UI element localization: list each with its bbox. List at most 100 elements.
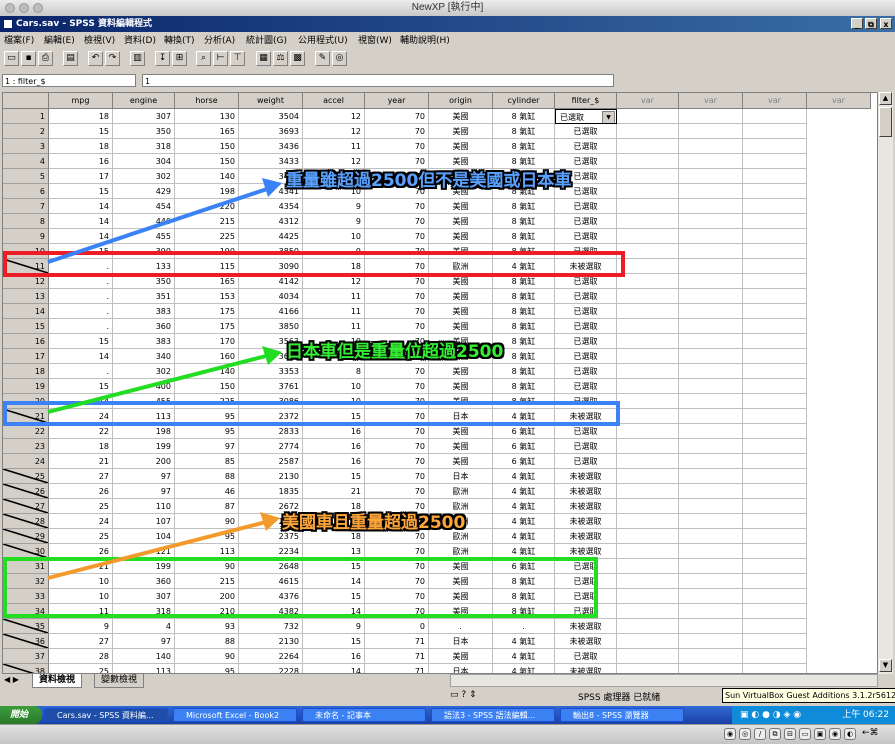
column-header-mpg[interactable]: mpg bbox=[49, 93, 113, 109]
table-cell[interactable]: 15 bbox=[49, 379, 113, 394]
table-cell[interactable]: 日本 bbox=[429, 469, 493, 484]
table-cell[interactable]: 已選取 bbox=[555, 364, 617, 379]
menu-transform[interactable]: 轉換(T) bbox=[164, 33, 195, 46]
table-cell[interactable] bbox=[743, 529, 807, 544]
table-cell[interactable] bbox=[679, 394, 743, 409]
table-cell[interactable]: 15 bbox=[49, 184, 113, 199]
table-cell[interactable] bbox=[679, 664, 743, 673]
table-cell[interactable]: 454 bbox=[113, 199, 175, 214]
table-cell[interactable] bbox=[617, 244, 679, 259]
table-cell[interactable] bbox=[743, 169, 807, 184]
table-cell[interactable]: 9 bbox=[303, 199, 365, 214]
column-header-accel[interactable]: accel bbox=[303, 93, 365, 109]
table-cell[interactable]: 3761 bbox=[239, 379, 303, 394]
table-cell[interactable]: 85 bbox=[175, 454, 239, 469]
table-cell[interactable]: 70 bbox=[365, 289, 429, 304]
table-cell[interactable]: 已選取 bbox=[555, 319, 617, 334]
table-cell[interactable] bbox=[617, 364, 679, 379]
table-cell[interactable]: 8 氣缸 bbox=[493, 214, 555, 229]
table-cell[interactable] bbox=[743, 454, 807, 469]
table-cell[interactable]: 16 bbox=[303, 649, 365, 664]
redo-icon[interactable]: ↷ bbox=[105, 51, 120, 66]
table-cell[interactable]: 16 bbox=[49, 154, 113, 169]
row-number[interactable]: 22 bbox=[3, 424, 49, 439]
row-number[interactable]: 5 bbox=[3, 169, 49, 184]
table-cell[interactable]: 已選取 bbox=[555, 379, 617, 394]
table-cell[interactable]: 4 bbox=[113, 619, 175, 634]
table-cell[interactable]: 未被選取 bbox=[555, 664, 617, 673]
table-cell[interactable]: 71 bbox=[365, 649, 429, 664]
table-cell[interactable]: 70 bbox=[365, 109, 429, 124]
table-cell[interactable]: 已選取 bbox=[555, 199, 617, 214]
table-cell[interactable]: 350 bbox=[113, 124, 175, 139]
table-cell[interactable]: 318 bbox=[113, 139, 175, 154]
table-cell[interactable]: 198 bbox=[175, 184, 239, 199]
table-cell[interactable]: 2228 bbox=[239, 664, 303, 673]
row-number[interactable]: 18 bbox=[3, 364, 49, 379]
table-cell[interactable] bbox=[679, 454, 743, 469]
table-cell[interactable]: 美國 bbox=[429, 649, 493, 664]
goto-chart-icon[interactable]: ▥ bbox=[130, 51, 145, 66]
table-cell[interactable] bbox=[743, 439, 807, 454]
column-header-weight[interactable]: weight bbox=[239, 93, 303, 109]
grid-corner[interactable] bbox=[3, 93, 49, 109]
table-cell[interactable] bbox=[743, 199, 807, 214]
column-header-origin[interactable]: origin bbox=[429, 93, 493, 109]
select-cases-icon[interactable]: ▩ bbox=[290, 51, 305, 66]
column-header-var-9[interactable]: var bbox=[617, 93, 679, 109]
split-file-icon[interactable]: ▦ bbox=[256, 51, 271, 66]
table-cell[interactable]: 18 bbox=[49, 439, 113, 454]
row-number[interactable]: 6 bbox=[3, 184, 49, 199]
table-cell[interactable]: 95 bbox=[175, 424, 239, 439]
table-cell[interactable]: 18 bbox=[49, 109, 113, 124]
table-cell[interactable] bbox=[743, 634, 807, 649]
table-cell[interactable] bbox=[743, 229, 807, 244]
table-cell[interactable]: 302 bbox=[113, 364, 175, 379]
table-cell[interactable]: 9 bbox=[303, 214, 365, 229]
table-cell[interactable]: 6 氣缸 bbox=[493, 424, 555, 439]
table-cell[interactable]: 25 bbox=[49, 499, 113, 514]
table-cell[interactable] bbox=[679, 244, 743, 259]
table-cell[interactable]: 8 氣缸 bbox=[493, 139, 555, 154]
table-cell[interactable]: 美國 bbox=[429, 214, 493, 229]
table-cell[interactable]: 2130 bbox=[239, 634, 303, 649]
row-number[interactable]: 27 bbox=[3, 499, 49, 514]
table-cell[interactable] bbox=[617, 649, 679, 664]
table-cell[interactable]: 歐洲 bbox=[429, 484, 493, 499]
table-cell[interactable]: 4 氣缸 bbox=[493, 664, 555, 673]
menu-analyze[interactable]: 分析(A) bbox=[204, 33, 235, 46]
table-cell[interactable] bbox=[617, 604, 679, 619]
table-cell[interactable] bbox=[679, 634, 743, 649]
table-cell[interactable]: 美國 bbox=[429, 124, 493, 139]
table-cell[interactable] bbox=[679, 199, 743, 214]
table-cell[interactable]: 104 bbox=[113, 529, 175, 544]
row-number[interactable]: 23 bbox=[3, 439, 49, 454]
table-cell[interactable] bbox=[679, 319, 743, 334]
table-cell[interactable]: 4425 bbox=[239, 229, 303, 244]
table-cell[interactable]: 8 氣缸 bbox=[493, 379, 555, 394]
table-cell[interactable] bbox=[617, 454, 679, 469]
table-cell[interactable]: 未被選取 bbox=[555, 469, 617, 484]
table-cell[interactable] bbox=[617, 439, 679, 454]
table-cell[interactable] bbox=[743, 349, 807, 364]
table-cell[interactable]: 18 bbox=[49, 139, 113, 154]
table-cell[interactable]: 440 bbox=[113, 214, 175, 229]
table-cell[interactable] bbox=[617, 484, 679, 499]
row-number[interactable]: 17 bbox=[3, 349, 49, 364]
table-cell[interactable]: 已選取 bbox=[555, 289, 617, 304]
table-cell[interactable] bbox=[743, 619, 807, 634]
table-cell[interactable] bbox=[679, 304, 743, 319]
table-cell[interactable]: 已選取 bbox=[555, 139, 617, 154]
menu-edit[interactable]: 編輯(E) bbox=[44, 33, 75, 46]
table-cell[interactable]: 71 bbox=[365, 634, 429, 649]
table-cell[interactable] bbox=[617, 319, 679, 334]
table-cell[interactable]: 未被選取 bbox=[555, 619, 617, 634]
table-cell[interactable]: 已選取 bbox=[555, 124, 617, 139]
table-cell[interactable]: 3850 bbox=[239, 319, 303, 334]
table-cell[interactable]: 97 bbox=[113, 469, 175, 484]
table-cell[interactable] bbox=[743, 304, 807, 319]
table-cell[interactable] bbox=[743, 274, 807, 289]
table-cell[interactable] bbox=[743, 664, 807, 673]
save-icon[interactable]: ▪ bbox=[21, 51, 36, 66]
table-cell[interactable]: 已選取 bbox=[555, 229, 617, 244]
